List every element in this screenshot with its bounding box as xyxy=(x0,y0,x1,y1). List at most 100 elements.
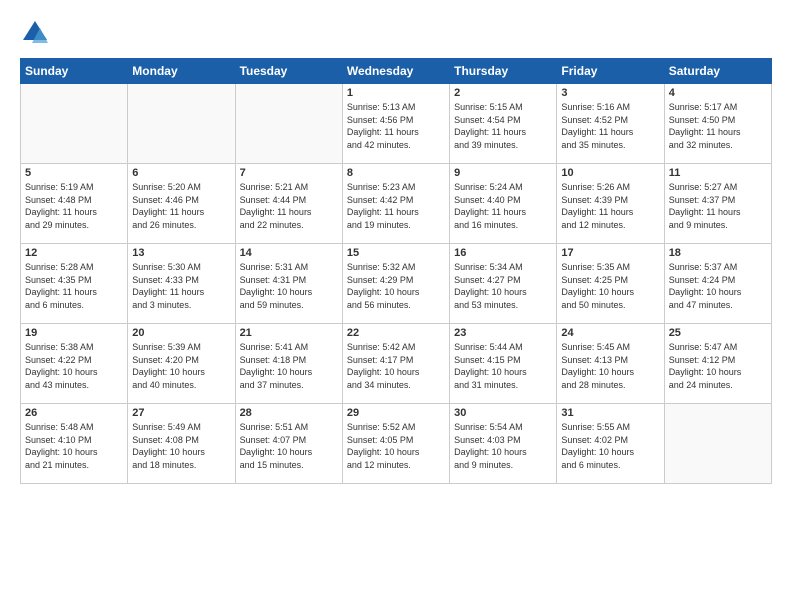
day-number: 21 xyxy=(240,327,338,339)
day-info: Sunrise: 5:24 AM Sunset: 4:40 PM Dayligh… xyxy=(454,181,552,231)
day-number: 1 xyxy=(347,87,445,99)
day-info: Sunrise: 5:15 AM Sunset: 4:54 PM Dayligh… xyxy=(454,101,552,151)
day-info: Sunrise: 5:55 AM Sunset: 4:02 PM Dayligh… xyxy=(561,421,659,471)
calendar-week-3: 12 Sunrise: 5:28 AM Sunset: 4:35 PM Dayli… xyxy=(21,244,772,324)
table-row: 20 Sunrise: 5:39 AM Sunset: 4:20 PM Dayli… xyxy=(128,324,235,404)
table-row: 22 Sunrise: 5:42 AM Sunset: 4:17 PM Dayli… xyxy=(342,324,449,404)
table-row: 8 Sunrise: 5:23 AM Sunset: 4:42 PM Daylig… xyxy=(342,164,449,244)
day-info: Sunrise: 5:34 AM Sunset: 4:27 PM Dayligh… xyxy=(454,261,552,311)
day-info: Sunrise: 5:35 AM Sunset: 4:25 PM Dayligh… xyxy=(561,261,659,311)
day-number: 12 xyxy=(25,247,123,259)
day-number: 26 xyxy=(25,407,123,419)
day-info: Sunrise: 5:19 AM Sunset: 4:48 PM Dayligh… xyxy=(25,181,123,231)
table-row: 27Sunrise: 5:49 AM Sunset: 4:08 PM Dayli… xyxy=(128,404,235,484)
day-number: 6 xyxy=(132,167,230,179)
day-info: Sunrise: 5:13 AM Sunset: 4:56 PM Dayligh… xyxy=(347,101,445,151)
calendar-week-5: 26Sunrise: 5:48 AM Sunset: 4:10 PM Dayli… xyxy=(21,404,772,484)
table-row: 16 Sunrise: 5:34 AM Sunset: 4:27 PM Dayli… xyxy=(450,244,557,324)
day-number: 25 xyxy=(669,327,767,339)
day-number: 7 xyxy=(240,167,338,179)
table-row: 9 Sunrise: 5:24 AM Sunset: 4:40 PM Daylig… xyxy=(450,164,557,244)
day-info: Sunrise: 5:47 AM Sunset: 4:12 PM Dayligh… xyxy=(669,341,767,391)
logo xyxy=(20,18,54,48)
day-info: Sunrise: 5:20 AM Sunset: 4:46 PM Dayligh… xyxy=(132,181,230,231)
day-number: 10 xyxy=(561,167,659,179)
logo-icon xyxy=(20,18,50,48)
day-info: Sunrise: 5:26 AM Sunset: 4:39 PM Dayligh… xyxy=(561,181,659,231)
day-number: 16 xyxy=(454,247,552,259)
table-row: 6 Sunrise: 5:20 AM Sunset: 4:46 PM Daylig… xyxy=(128,164,235,244)
day-info: Sunrise: 5:39 AM Sunset: 4:20 PM Dayligh… xyxy=(132,341,230,391)
day-info: Sunrise: 5:51 AM Sunset: 4:07 PM Dayligh… xyxy=(240,421,338,471)
table-row: 29 Sunrise: 5:52 AM Sunset: 4:05 PM Dayli… xyxy=(342,404,449,484)
day-info: Sunrise: 5:49 AM Sunset: 4:08 PM Dayligh… xyxy=(132,421,230,471)
day-info: Sunrise: 5:32 AM Sunset: 4:29 PM Dayligh… xyxy=(347,261,445,311)
day-number: 9 xyxy=(454,167,552,179)
day-info: Sunrise: 5:28 AM Sunset: 4:35 PM Dayligh… xyxy=(25,261,123,311)
day-number: 30 xyxy=(454,407,552,419)
table-row xyxy=(664,404,771,484)
day-info: Sunrise: 5:17 AM Sunset: 4:50 PM Dayligh… xyxy=(669,101,767,151)
weekday-header-thursday: Thursday xyxy=(450,59,557,84)
table-row: 1 Sunrise: 5:13 AM Sunset: 4:56 PM Daylig… xyxy=(342,84,449,164)
day-number: 28 xyxy=(240,407,338,419)
table-row: 17 Sunrise: 5:35 AM Sunset: 4:25 PM Dayli… xyxy=(557,244,664,324)
day-number: 11 xyxy=(669,167,767,179)
day-info: Sunrise: 5:21 AM Sunset: 4:44 PM Dayligh… xyxy=(240,181,338,231)
table-row: 2 Sunrise: 5:15 AM Sunset: 4:54 PM Daylig… xyxy=(450,84,557,164)
day-info: Sunrise: 5:38 AM Sunset: 4:22 PM Dayligh… xyxy=(25,341,123,391)
day-number: 17 xyxy=(561,247,659,259)
day-number: 4 xyxy=(669,87,767,99)
table-row: 19 Sunrise: 5:38 AM Sunset: 4:22 PM Dayli… xyxy=(21,324,128,404)
day-info: Sunrise: 5:52 AM Sunset: 4:05 PM Dayligh… xyxy=(347,421,445,471)
day-info: Sunrise: 5:42 AM Sunset: 4:17 PM Dayligh… xyxy=(347,341,445,391)
weekday-header-sunday: Sunday xyxy=(21,59,128,84)
table-row: 31 Sunrise: 5:55 AM Sunset: 4:02 PM Dayli… xyxy=(557,404,664,484)
table-row: 5Sunrise: 5:19 AM Sunset: 4:48 PM Daylig… xyxy=(21,164,128,244)
table-row xyxy=(128,84,235,164)
calendar: SundayMondayTuesdayWednesdayThursdayFrid… xyxy=(20,58,772,484)
table-row: 7 Sunrise: 5:21 AM Sunset: 4:44 PM Daylig… xyxy=(235,164,342,244)
weekday-header-friday: Friday xyxy=(557,59,664,84)
day-number: 31 xyxy=(561,407,659,419)
day-info: Sunrise: 5:44 AM Sunset: 4:15 PM Dayligh… xyxy=(454,341,552,391)
table-row: 24Sunrise: 5:45 AM Sunset: 4:13 PM Dayli… xyxy=(557,324,664,404)
table-row: 14 Sunrise: 5:31 AM Sunset: 4:31 PM Dayli… xyxy=(235,244,342,324)
day-number: 22 xyxy=(347,327,445,339)
day-number: 18 xyxy=(669,247,767,259)
calendar-week-1: 1 Sunrise: 5:13 AM Sunset: 4:56 PM Daylig… xyxy=(21,84,772,164)
calendar-week-4: 19 Sunrise: 5:38 AM Sunset: 4:22 PM Dayli… xyxy=(21,324,772,404)
day-info: Sunrise: 5:31 AM Sunset: 4:31 PM Dayligh… xyxy=(240,261,338,311)
table-row: 13 Sunrise: 5:30 AM Sunset: 4:33 PM Dayli… xyxy=(128,244,235,324)
table-row: 25 Sunrise: 5:47 AM Sunset: 4:12 PM Dayli… xyxy=(664,324,771,404)
day-number: 15 xyxy=(347,247,445,259)
day-number: 24 xyxy=(561,327,659,339)
weekday-header-tuesday: Tuesday xyxy=(235,59,342,84)
day-info: Sunrise: 5:23 AM Sunset: 4:42 PM Dayligh… xyxy=(347,181,445,231)
table-row: 23 Sunrise: 5:44 AM Sunset: 4:15 PM Dayli… xyxy=(450,324,557,404)
table-row: 3 Sunrise: 5:16 AM Sunset: 4:52 PM Daylig… xyxy=(557,84,664,164)
day-info: Sunrise: 5:27 AM Sunset: 4:37 PM Dayligh… xyxy=(669,181,767,231)
header xyxy=(20,18,772,48)
day-info: Sunrise: 5:16 AM Sunset: 4:52 PM Dayligh… xyxy=(561,101,659,151)
day-number: 23 xyxy=(454,327,552,339)
day-number: 2 xyxy=(454,87,552,99)
day-number: 8 xyxy=(347,167,445,179)
day-info: Sunrise: 5:30 AM Sunset: 4:33 PM Dayligh… xyxy=(132,261,230,311)
day-number: 3 xyxy=(561,87,659,99)
table-row: 4 Sunrise: 5:17 AM Sunset: 4:50 PM Daylig… xyxy=(664,84,771,164)
page: SundayMondayTuesdayWednesdayThursdayFrid… xyxy=(0,0,792,612)
day-number: 14 xyxy=(240,247,338,259)
table-row: 10 Sunrise: 5:26 AM Sunset: 4:39 PM Dayli… xyxy=(557,164,664,244)
table-row: 26Sunrise: 5:48 AM Sunset: 4:10 PM Dayli… xyxy=(21,404,128,484)
table-row: 11 Sunrise: 5:27 AM Sunset: 4:37 PM Dayli… xyxy=(664,164,771,244)
table-row: 12 Sunrise: 5:28 AM Sunset: 4:35 PM Dayli… xyxy=(21,244,128,324)
day-number: 13 xyxy=(132,247,230,259)
table-row: 18Sunrise: 5:37 AM Sunset: 4:24 PM Dayli… xyxy=(664,244,771,324)
day-number: 29 xyxy=(347,407,445,419)
day-number: 19 xyxy=(25,327,123,339)
weekday-header-saturday: Saturday xyxy=(664,59,771,84)
day-number: 20 xyxy=(132,327,230,339)
table-row: 28 Sunrise: 5:51 AM Sunset: 4:07 PM Dayli… xyxy=(235,404,342,484)
weekday-header-row: SundayMondayTuesdayWednesdayThursdayFrid… xyxy=(21,59,772,84)
